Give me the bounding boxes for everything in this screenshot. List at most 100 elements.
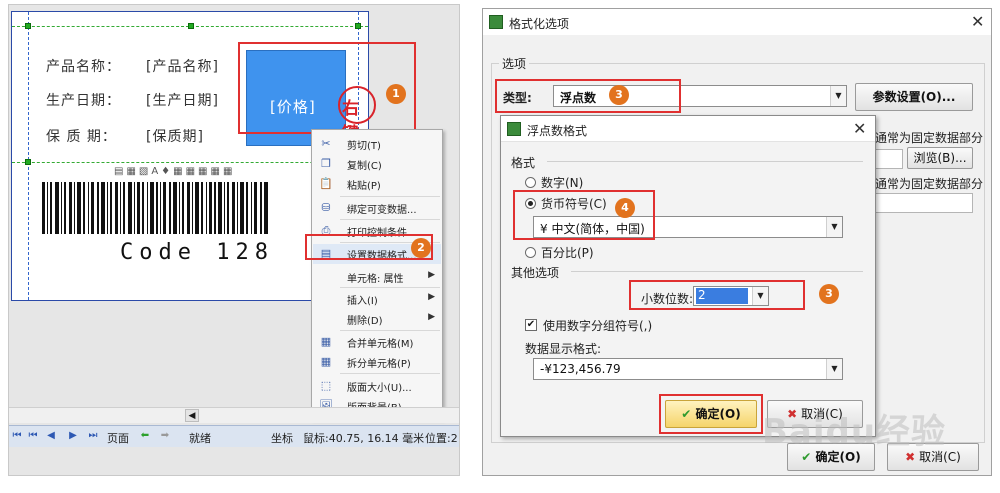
inner-dialog-title: 浮点数格式 [527,124,588,138]
highlight-type [495,79,681,113]
cell-toolbar-icons[interactable]: ▤▦▧A♦▦▦▦▦▦ [114,166,314,180]
scroll-left-icon[interactable]: ◀ [185,409,199,422]
display-format-value: -¥123,456.79 [540,362,621,376]
float-format-dialog: 浮点数格式 ✕ 格式 数字(N) 货币符号(C) ¥ 中文(简体，中国) ▼ 4… [500,115,876,437]
back-arrow-icon[interactable]: ⬅ [139,430,151,442]
other-options-label: 其他选项 [511,266,560,280]
step-badge-4: 4 [615,198,635,218]
dialog-title: 格式化选项 [509,17,570,31]
menu-separator [340,196,440,197]
menu-item-label: 剪切(T) [347,141,381,152]
menu-item-label: 删除(D) [347,316,383,327]
horizontal-scrollbar[interactable]: ◀ [9,407,459,423]
prefix-input[interactable] [875,149,903,169]
resize-handle[interactable] [25,23,31,29]
field-value-production-date[interactable]: [生产日期] [146,90,219,110]
radio-percent[interactable] [525,247,536,258]
submenu-arrow-icon: ▶ [428,292,435,302]
browse-button[interactable]: 浏览(B)... [907,147,973,169]
hint-fixed-data-1: 通常为固定数据部分 [875,131,984,145]
dialog-app-icon [489,15,503,29]
section-divider [571,271,863,272]
menu-item-delete[interactable]: 删除(D) ▶ [313,309,441,329]
submenu-arrow-icon: ▶ [428,312,435,322]
merge-cells-icon: ▦ [320,335,332,348]
options-legend: 选项 [499,55,530,72]
split-cells-icon: ▦ [320,355,332,368]
menu-item-bind-variable-data[interactable]: ⛁ 绑定可变数据... [313,198,441,218]
field-value-product-name[interactable]: [产品名称] [146,56,219,76]
barcode-text: Code 128 [120,240,274,265]
dialog-app-icon [507,122,521,136]
field-label-product-name: 产品名称： [46,59,121,75]
hint-fixed-data-2: 通常为固定数据部分 [875,177,984,191]
mouse-coordinates: 鼠标:40.75, 16.14 毫米 [303,432,425,445]
scissors-icon: ✂ [321,137,331,150]
radio-number-label: 数字(N) [541,176,584,190]
menu-item-cut[interactable]: ✂ 剪切(T) [313,134,441,154]
field-label-production-date: 生产日期： [46,93,121,109]
menu-item-paste[interactable]: 📋 粘贴(P) [313,174,441,194]
resize-handle[interactable] [188,23,194,29]
menu-item-label: 合并单元格(M) [347,339,414,350]
menu-item-label: 绑定可变数据... [347,205,417,216]
menu-item-label: 插入(I) [347,296,378,307]
next-page-icon[interactable]: ▶ [67,430,79,442]
database-icon: ⛁ [321,201,331,214]
field-label-shelf-life: 保 质 期： [46,129,117,145]
first-page-icon[interactable]: ⏮ [11,430,23,442]
param-settings-button[interactable]: 参数设置(O)... [855,83,973,111]
prev-page-icon[interactable]: ◀ [45,430,57,442]
step-badge-2: 2 [411,238,431,258]
menu-separator [340,330,440,331]
display-format-select[interactable]: -¥123,456.79 ▼ [533,358,843,380]
chevron-down-icon[interactable]: ▼ [830,86,846,106]
context-menu: ✂ 剪切(T) ❐ 复制(C) 📋 粘贴(P) ⛁ 绑定可变数据... ⎙ 打印控制条件.… [311,129,443,419]
highlight-ok-button [659,394,763,434]
menu-separator [340,287,440,288]
resize-handle[interactable] [355,23,361,29]
resize-handle[interactable] [25,159,31,165]
menu-item-split-cells[interactable]: ▦ 拆分单元格(P) [313,352,441,372]
menu-item-label: 单元格: 属性 [347,274,404,285]
coord-label: 坐标 [271,432,293,445]
highlight-decimal-places [629,280,805,310]
menu-item-cell-properties[interactable]: 单元格: 属性 ▶ [313,267,441,287]
menu-item-copy[interactable]: ❐ 复制(C) [313,154,441,174]
page-size-icon: ⬚ [320,379,332,392]
group-separator-checkbox[interactable]: ✔ [525,319,537,331]
first-page-icon[interactable]: ⏮ [27,430,39,442]
menu-item-label: 拆分单元格(P) [347,359,411,370]
close-icon[interactable]: ✕ [853,119,866,138]
inner-dialog-titlebar: 浮点数格式 ✕ [501,116,875,142]
step-badge-3: 3 [609,85,629,105]
chevron-down-icon[interactable]: ▼ [826,359,842,379]
last-page-icon[interactable]: ⏭ [87,430,99,442]
forward-arrow-icon[interactable]: ➡ [159,430,171,442]
menu-item-merge-cells[interactable]: ▦ 合并单元格(M) [313,332,441,352]
field-value-shelf-life[interactable]: [保质期] [146,126,204,146]
copy-icon: ❐ [321,157,331,170]
menu-separator [340,373,440,374]
position-readout: 位置:2 [425,432,458,445]
menu-item-label: 复制(C) [347,161,382,172]
radio-percent-label: 百分比(P) [541,246,594,260]
step-badge-1: 1 [386,84,406,104]
page-label: 页面 [107,432,129,445]
submenu-arrow-icon: ▶ [428,270,435,280]
right-click-circle [338,86,376,124]
status-ready: 就绪 [189,432,211,445]
chevron-down-icon[interactable]: ▼ [826,217,842,237]
menu-item-label: 版面大小(U)... [347,383,412,394]
suffix-input[interactable] [875,193,973,213]
close-icon[interactable]: ✕ [971,12,984,31]
group-separator-label: 使用数字分组符号(,) [543,319,653,333]
menu-item-insert[interactable]: 插入(I) ▶ [313,289,441,309]
highlight-currency [513,190,655,240]
radio-number[interactable] [525,177,536,188]
menu-separator [340,219,440,220]
barcode-graphic [42,182,268,234]
dialog-titlebar: 格式化选项 ✕ [483,9,991,35]
step-badge-decimal: 3 [819,284,839,304]
menu-item-page-size[interactable]: ⬚ 版面大小(U)... [313,376,441,396]
